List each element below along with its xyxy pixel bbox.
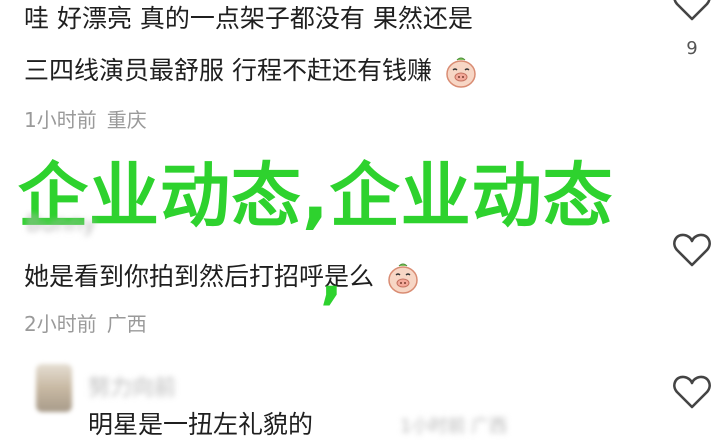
heart-outline-icon[interactable] <box>672 0 712 22</box>
overlay-title: 企业动态,企业动态 <box>18 155 614 237</box>
comment-1-line-2: 三四线演员最舒服 行程不赶还有钱赚 <box>24 50 478 92</box>
comment-2-line-1: 她是看到你拍到然后打招呼是么 <box>24 256 420 298</box>
comment-3-username[interactable]: 努力向前 <box>88 370 176 402</box>
comment-3-line-1: 明星是一扭左礼貌的 <box>88 410 314 439</box>
comment-2-time: 2小时前 <box>24 312 97 336</box>
comment-1-like-count: 9 <box>686 38 698 59</box>
comment-2-meta: 2小时前 广西 <box>24 308 157 337</box>
comment-2-username[interactable]: Bunny <box>26 212 96 237</box>
heart-outline-icon[interactable] <box>672 374 712 410</box>
avatar[interactable] <box>36 364 72 412</box>
pig-emoji-icon <box>446 57 476 88</box>
comment-1-line-1: 哇 好漂亮 真的一点架子都没有 果然还是 <box>24 4 473 33</box>
comment-1-location: 重庆 <box>106 108 147 132</box>
overlay-comma: , <box>320 242 344 312</box>
comment-1-time: 1小时前 <box>24 108 97 132</box>
comment-1-meta: 1小时前 重庆 <box>24 104 157 133</box>
comment-3-meta: 1小时前 广西 <box>400 416 508 437</box>
pig-emoji-icon <box>388 263 418 294</box>
heart-outline-icon[interactable] <box>672 232 712 268</box>
comment-2-location: 广西 <box>106 312 147 336</box>
comment-1-line-2-text: 三四线演员最舒服 行程不赶还有钱赚 <box>24 56 432 85</box>
